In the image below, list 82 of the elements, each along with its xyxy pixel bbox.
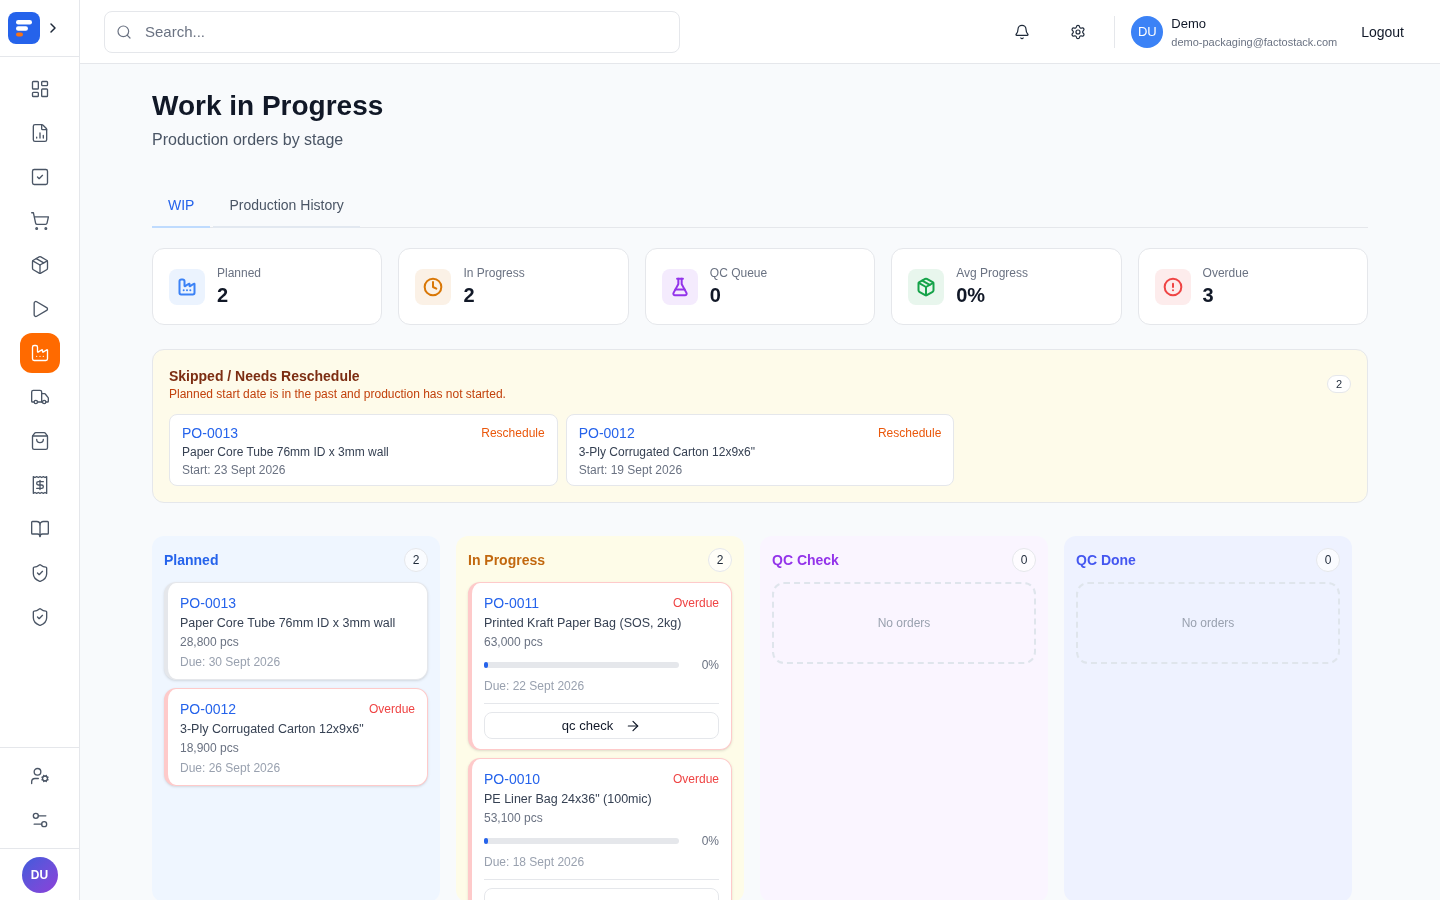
count-badge: 0 [1012,548,1036,572]
bell-icon [1014,23,1031,40]
tab[interactable]: WIP [152,184,211,228]
count-badge: 2 [708,548,732,572]
quantity: 53,100 pcs [484,810,544,827]
stat-value: 2 [217,282,230,308]
count-badge: 2 [404,548,428,572]
order-link[interactable]: PO-0013 [180,593,237,613]
factory-icon [29,343,50,363]
count-badge: 0 [1316,548,1340,572]
order-card[interactable]: PO-0013 Reschedule Paper Core Tube 76mm ID x 3mm wall Start: 23 Sept 2026 [169,414,558,486]
stat-value: 2 [463,282,476,308]
logout-button[interactable]: Logout [1361,21,1404,42]
count-badge: 2 [1327,375,1351,393]
box-icon [29,255,50,275]
user-gear-icon [29,766,50,786]
reschedule-button[interactable]: Reschedule [481,425,545,441]
due-date: Due: 18 Sept 2026 [484,854,586,871]
column-title: In Progress [468,551,546,570]
qc-check-button[interactable]: qc check [484,712,719,739]
order-link[interactable]: PO-0013 [182,423,239,443]
order-card[interactable]: PO-0012 Overdue 3-Ply Corrugated Carton 12x9x6" 18,900 pcs Due: 26 Sept 2026 [164,688,428,786]
empty-message: No orders [877,615,931,631]
truck-icon [29,387,50,407]
quantity: 63,000 pcs [484,634,544,651]
order-card[interactable]: PO-0011 Overdue Printed Kraft Paper Bag (SOS, 2kg) 63,000 pcs 0% Due: 22 Sept 2026 qc check [468,582,732,750]
product-name: 3-Ply Corrugated Carton 12x9x6" [578,444,756,461]
tab[interactable]: Production History [213,184,360,228]
stat-value: 3 [1202,282,1215,308]
empty-message: No orders [1181,615,1235,631]
stat-value: 0% [956,282,987,308]
product-name: Paper Core Tube 76mm ID x 3mm wall [180,615,397,632]
order-card[interactable]: PO-0012 Reschedule 3-Ply Corrugated Carton 12x9x6" Start: 19 Sept 2026 [565,414,955,486]
search-icon [116,23,132,40]
shopping-bag-icon [29,431,50,451]
overdue-label: Overdue [368,701,415,717]
stat-label: QC Queue [709,264,768,281]
panel-description: Planned start date is in the past and production has not started. [169,386,506,402]
page-title: Work in Progress [152,89,385,123]
order-card[interactable]: PO-0010 Overdue PE Liner Bag 24x36" (100mic) 53,100 pcs 0% Due: 18 Sept 2026 [468,758,732,900]
user-name: Demo [1171,14,1207,33]
quantity: 28,800 pcs [180,634,240,651]
settings-icon [1070,23,1087,40]
product-name: Paper Core Tube 76mm ID x 3mm wall [182,444,390,461]
order-link[interactable]: PO-0011 [484,593,539,613]
due-date: Due: 22 Sept 2026 [484,678,586,695]
order-link[interactable]: PO-0010 [484,769,541,789]
panel-title: Skipped / Needs Reschedule [169,367,361,386]
column-title: QC Done [1076,551,1136,570]
start-date: Start: 23 Sept 2026 [182,462,287,479]
user-avatar: DU [1131,15,1164,48]
order-link[interactable]: PO-0012 [578,423,635,443]
stat-label: In Progress [463,264,525,281]
checkbox-icon [29,167,50,187]
quantity: 18,900 pcs [180,740,240,757]
user-email: demo-packaging@factostack.com [1171,34,1338,50]
due-date: Due: 26 Sept 2026 [180,760,282,777]
column-title: Planned [164,551,219,570]
start-date: Start: 19 Sept 2026 [578,462,684,479]
stat-label: Planned [217,264,262,281]
user-avatar[interactable]: DU [21,856,58,893]
order-link[interactable]: PO-0012 [180,699,237,719]
overdue-label: Overdue [672,595,719,611]
stat-label: Avg Progress [956,264,1028,281]
product-name: 3-Ply Corrugated Carton 12x9x6" [180,721,365,738]
logo-icon [8,12,40,44]
column-title: QC Check [772,551,839,570]
stat-label: Overdue [1202,264,1249,281]
stat-value: 0 [709,282,722,308]
reschedule-button[interactable]: Reschedule [877,425,942,441]
order-card[interactable]: PO-0013 Paper Core Tube 76mm ID x 3mm wall 28,800 pcs Due: 30 Sept 2026 [164,582,428,680]
due-date: Due: 30 Sept 2026 [180,654,282,671]
product-name: Printed Kraft Paper Bag (SOS, 2kg) [484,615,683,632]
search-field[interactable]: Search... [104,10,680,53]
book-icon [29,519,50,539]
progress-percent: 0% [700,657,719,673]
product-name: PE Liner Bag 24x36" (100mic) [484,791,653,808]
progress-percent: 0% [700,833,719,849]
cart-icon [29,211,50,231]
overdue-label: Overdue [672,771,719,787]
dashboard-icon [29,79,50,99]
page-subtitle: Production orders by stage [152,130,345,150]
